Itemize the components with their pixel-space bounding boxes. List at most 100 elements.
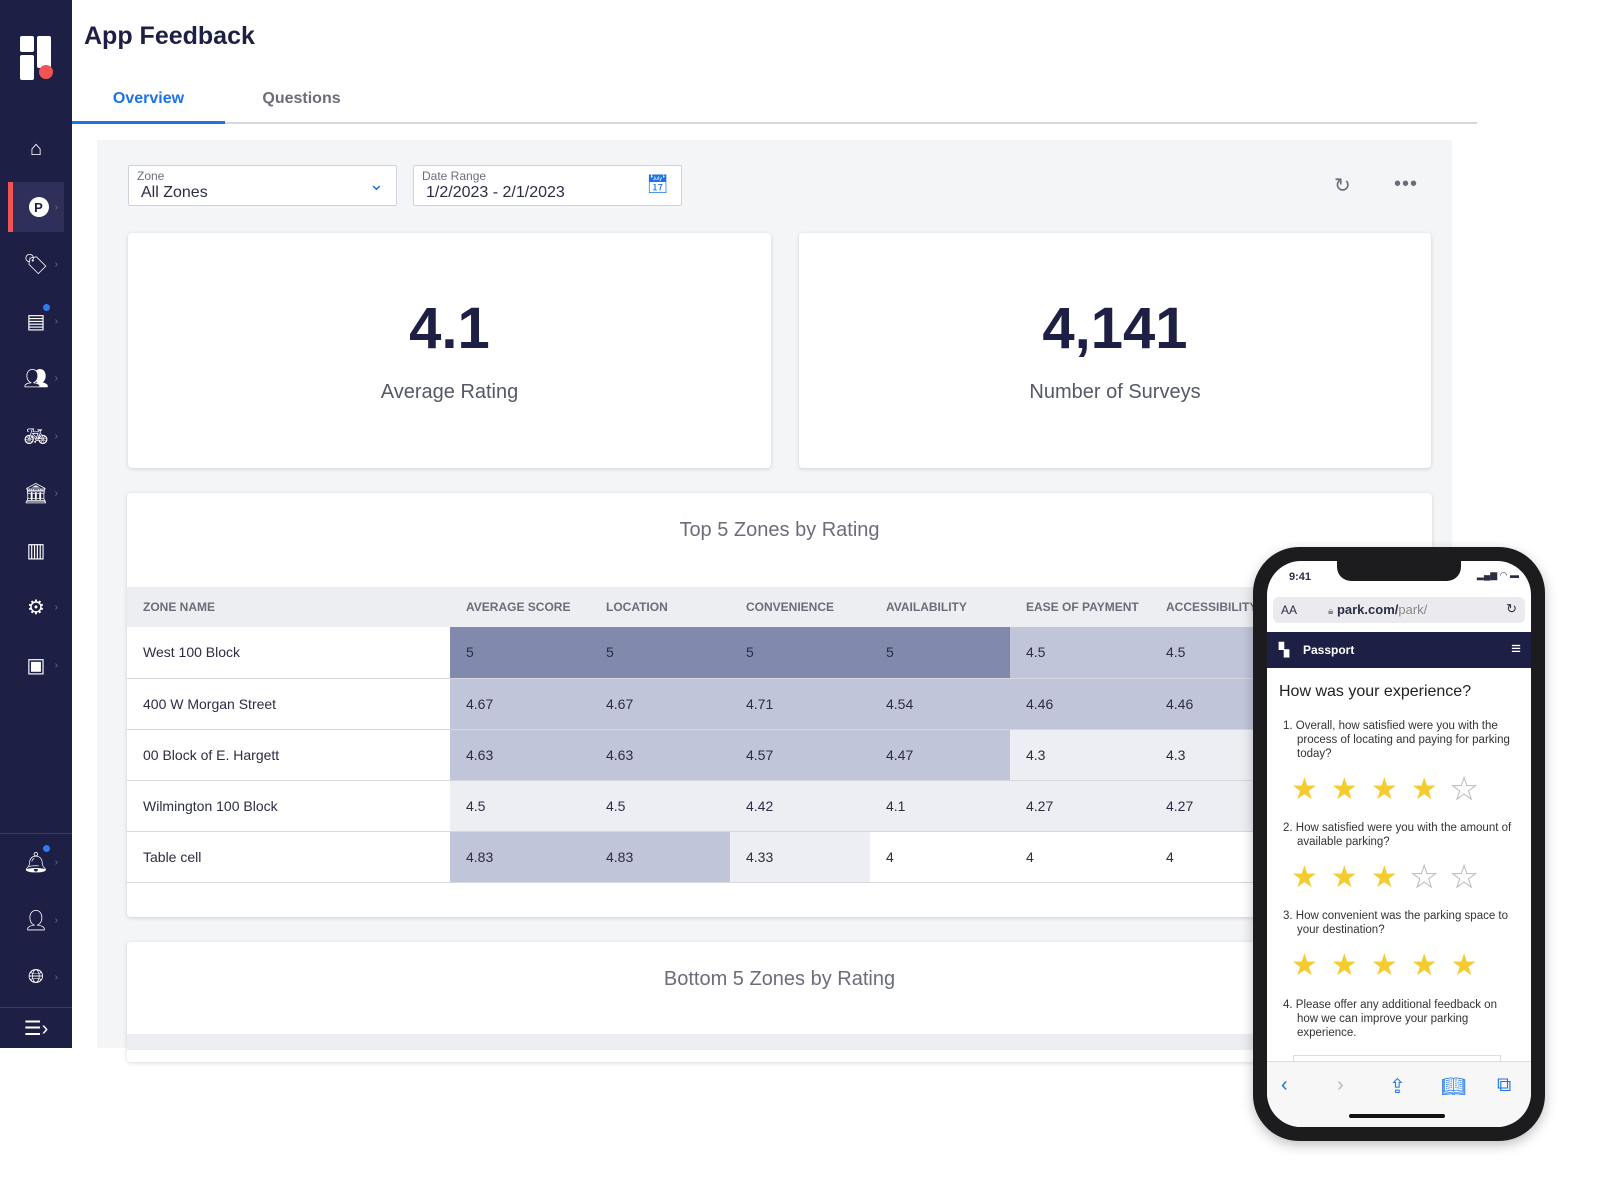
nav-inbox[interactable]: ▣ › <box>8 640 64 690</box>
column-header[interactable]: AVAILABILITY <box>870 587 1010 627</box>
score-cell: 4.63 <box>450 729 590 781</box>
nav-reports[interactable]: ▤ › <box>8 296 64 346</box>
score-cell: 5 <box>730 627 870 679</box>
url-path: park/ <box>1398 602 1428 617</box>
star-empty-icon[interactable]: ★ <box>1450 774 1478 805</box>
nav-language[interactable]: 🌐︎ › <box>8 952 64 1002</box>
average-rating-value: 4.1 <box>409 296 490 361</box>
inbox-icon: ▣ <box>26 654 46 677</box>
users-icon: 👥︎ <box>23 367 49 390</box>
nav-notifications[interactable]: 🔔︎ › <box>8 837 64 887</box>
score-cell: 4.42 <box>730 780 870 832</box>
date-range-label: Date Range <box>422 169 487 183</box>
score-cell: 4.33 <box>730 831 870 883</box>
column-header[interactable]: CONVENIENCE <box>730 587 870 627</box>
zone-name-cell: Table cell <box>127 831 450 883</box>
table-row[interactable]: 400 W Morgan Street 4.67 4.67 4.71 4.54 4.46 4… <box>127 678 1290 730</box>
column-header[interactable]: LOCATION <box>590 587 730 627</box>
table-row[interactable]: West 100 Block 5 5 5 5 4.5 4.5 <box>127 627 1290 679</box>
home-icon: ⌂ <box>29 137 43 160</box>
star-filled-icon[interactable]: ★ <box>1331 863 1358 893</box>
app-bar: ▚ Passport ≡ <box>1267 632 1531 668</box>
table-row[interactable]: Wilmington 100 Block 4.5 4.5 4.42 4.1 4.27 4.2… <box>127 780 1290 832</box>
star-filled-icon[interactable]: ★ <box>1291 775 1318 805</box>
zone-value: All Zones <box>141 184 208 201</box>
score-cell: 4.5 <box>450 780 590 832</box>
score-cell: 4 <box>870 831 1010 883</box>
tag-icon: 🏷︎ <box>23 253 49 276</box>
user-icon: 👤︎ <box>23 909 49 932</box>
nav-account[interactable]: 👤︎ › <box>8 895 64 945</box>
zone-name-cell: 400 W Morgan Street <box>127 678 450 730</box>
nav-expand[interactable]: ☰› <box>8 1003 64 1053</box>
score-cell: 4.71 <box>730 678 870 730</box>
nav-home[interactable]: ⌂ <box>8 124 64 174</box>
more-options-icon[interactable]: ••• <box>1394 173 1418 196</box>
column-header[interactable]: ZONE NAME <box>127 587 450 627</box>
table-row[interactable]: 00 Block of E. Hargett 4.63 4.63 4.57 4.47 4.… <box>127 729 1290 781</box>
bottom-zones-title: Bottom 5 Zones by Rating <box>663 968 896 990</box>
score-cell: 5 <box>450 627 590 679</box>
rating-3[interactable]: ★ ★ ★ ★ ★ <box>1291 951 1478 981</box>
star-filled-icon[interactable]: ★ <box>1291 863 1318 893</box>
survey-count-card: 4,141 Number of Surveys <box>799 233 1431 468</box>
zone-select[interactable]: Zone All Zones ⌄ <box>128 165 397 206</box>
tab-overview[interactable]: Overview <box>72 90 225 124</box>
star-empty-icon[interactable]: ★ <box>1450 862 1478 893</box>
score-cell: 4.3 <box>1010 729 1150 781</box>
star-empty-icon[interactable]: ★ <box>1410 862 1438 893</box>
nav-pricing[interactable]: 🏷︎ › <box>8 239 64 289</box>
survey-count-value: 4,141 <box>1042 296 1188 361</box>
lock-icon: 🔒︎ <box>1328 606 1334 617</box>
score-cell: 4.67 <box>590 678 730 730</box>
share-icon[interactable]: ⇪ <box>1389 1074 1406 1099</box>
star-filled-icon[interactable]: ★ <box>1371 775 1398 805</box>
date-range-field[interactable]: Date Range 1/2/2023 - 2/1/2023 📅︎ <box>413 165 682 206</box>
url-text: 🔒︎ park.com/park/ <box>1328 602 1427 617</box>
tab-questions[interactable]: Questions <box>225 90 378 124</box>
survey-heading: How was your experience? <box>1279 683 1472 700</box>
status-icons: ▂▄▆ ◠ ▬ <box>1476 570 1519 580</box>
calendar-icon[interactable]: 📅︎ <box>646 174 669 195</box>
star-filled-icon[interactable]: ★ <box>1451 951 1478 981</box>
star-filled-icon[interactable]: ★ <box>1371 951 1398 981</box>
star-filled-icon[interactable]: ★ <box>1371 863 1398 893</box>
expand-menu-icon: ☰› <box>23 1017 49 1040</box>
address-bar[interactable]: AA 🔒︎ park.com/park/ ↻ <box>1273 597 1525 623</box>
survey-count-label: Number of Surveys <box>1029 381 1201 403</box>
star-filled-icon[interactable]: ★ <box>1411 951 1438 981</box>
score-cell: 4.54 <box>870 678 1010 730</box>
star-filled-icon[interactable]: ★ <box>1331 951 1358 981</box>
star-filled-icon[interactable]: ★ <box>1331 775 1358 805</box>
star-filled-icon[interactable]: ★ <box>1291 951 1318 981</box>
top-zones-card: Top 5 Zones by Rating ZONE NAME AVERAGE S… <box>127 493 1432 917</box>
nav-settings[interactable]: ⚙ › <box>8 582 64 632</box>
nav-mobility[interactable]: 🚲︎ › <box>8 411 64 461</box>
table-row[interactable]: Table cell 4.83 4.83 4.33 4 4 4 <box>127 831 1290 883</box>
nav-finance[interactable]: 🏛︎ › <box>8 468 64 518</box>
rating-2[interactable]: ★ ★ ★ ★ ★ <box>1291 862 1478 893</box>
refresh-icon[interactable]: ↻ <box>1334 173 1351 198</box>
score-cell: 4.67 <box>450 678 590 730</box>
forward-icon[interactable]: › <box>1337 1074 1344 1097</box>
tab-bar: Overview Questions <box>72 80 1477 124</box>
rating-1[interactable]: ★ ★ ★ ★ ★ <box>1291 774 1478 805</box>
hamburger-menu-icon[interactable]: ≡ <box>1511 639 1521 659</box>
nav-analytics[interactable]: ▥ <box>8 525 64 575</box>
reload-icon[interactable]: ↻ <box>1506 601 1517 617</box>
nav-users[interactable]: 👥︎ › <box>8 353 64 403</box>
column-header[interactable]: EASE OF PAYMENT <box>1010 587 1150 627</box>
column-header[interactable]: AVERAGE SCORE <box>450 587 590 627</box>
question-2: 2. How satisfied were you with the amoun… <box>1283 822 1512 848</box>
tabs-icon[interactable]: ⧉ <box>1497 1074 1511 1097</box>
passport-logo-icon: ▚ <box>1279 642 1289 657</box>
score-cell: 4.63 <box>590 729 730 781</box>
bookmarks-icon[interactable]: 📖︎ <box>1441 1074 1466 1099</box>
back-icon[interactable]: ‹ <box>1281 1074 1288 1097</box>
zone-name-cell: 00 Block of E. Hargett <box>127 729 450 781</box>
star-filled-icon[interactable]: ★ <box>1411 775 1438 805</box>
nav-parking[interactable]: P › <box>8 182 64 232</box>
phone-mockup: 9:41 ▂▄▆ ◠ ▬ AA 🔒︎ park.com/park/ ↻ ▚ Pa… <box>1253 547 1545 1141</box>
logo <box>20 36 53 80</box>
text-size-button[interactable]: AA <box>1281 603 1297 617</box>
